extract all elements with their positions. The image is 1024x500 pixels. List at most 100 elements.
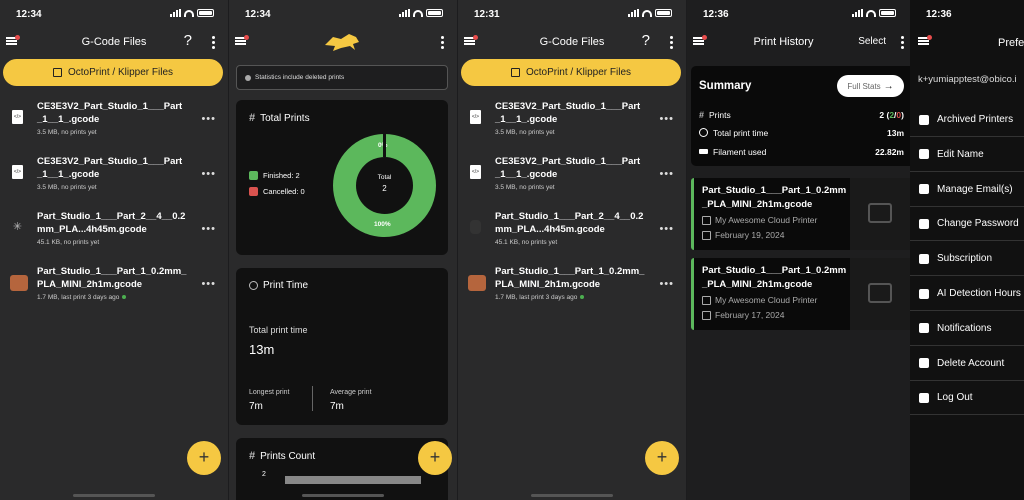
menu-item[interactable]: Subscription [910, 242, 1024, 277]
file-row[interactable]: </> CE3E3V2_Part_Studio_1___Part_1__1_.gc… [458, 94, 686, 149]
file-row[interactable]: </> CE3E3V2_Part_Studio_1___Part_1__1_.gc… [458, 149, 686, 204]
more-horiz-icon[interactable]: ••• [659, 278, 674, 290]
trash-icon [919, 358, 929, 369]
file-row[interactable]: ✳ Part_Studio_1___Part_2__4__0.2mm_PLA...… [0, 204, 228, 259]
menu-item[interactable]: Delete Account [910, 347, 1024, 381]
status-bar: 12:34 [229, 0, 457, 30]
file-row[interactable]: </> CE3E3V2_Part_Studio_1___Part_1__1_.gc… [0, 94, 228, 149]
more-horiz-icon[interactable]: ••• [659, 223, 674, 235]
file-row[interactable]: </> CE3E3V2_Part_Studio_1___Part_1__1_.gc… [0, 149, 228, 204]
gcode-files-screen: 12:34 G-Code Files ? OctoPrint / Klipper… [0, 0, 228, 500]
home-indicator [531, 494, 613, 497]
gcode-file-icon: </> [12, 110, 23, 124]
file-name: CE3E3V2_Part_Studio_1___Part_1__1_.gcode [37, 156, 183, 180]
signal-icon [628, 9, 639, 17]
status-time: 12:34 [16, 9, 42, 20]
menu-item-label: Subscription [937, 253, 993, 265]
history-item[interactable]: Part_Studio_1___Part_1_0.2mm_PLA_MINI_2h… [691, 178, 910, 250]
hourglass-icon [919, 288, 929, 299]
help-icon[interactable]: ? [642, 32, 650, 49]
more-horiz-icon[interactable]: ••• [659, 113, 674, 125]
total-time-label: Total print time [249, 325, 308, 335]
menu-item[interactable]: Change Password [910, 207, 1024, 242]
hash-icon: # [249, 450, 256, 462]
add-file-button[interactable]: + [187, 441, 221, 475]
more-horiz-icon[interactable]: ••• [201, 168, 216, 180]
history-item[interactable]: Part_Studio_1___Part_1_0.2mm_PLA_MINI_2h… [691, 258, 910, 330]
file-row[interactable]: Part_Studio_1___Part_1_0.2mm_PLA_MINI_2h… [0, 259, 228, 314]
file-meta: 1.7 MB, last print 3 days ago [495, 294, 578, 301]
summary-card: Summary Full Stats → # Prints 2 (2/0) To… [691, 66, 910, 166]
more-vert-icon[interactable] [901, 36, 904, 49]
summary-time-row: Total print time 13m [699, 126, 904, 139]
history-thumbnail [850, 258, 910, 330]
summary-title: Summary [699, 80, 752, 92]
menu-item-label: Notifications [937, 322, 992, 334]
history-printer: My Awesome Cloud Printer [715, 215, 818, 225]
wifi-icon [866, 9, 876, 17]
more-horiz-icon[interactable]: ••• [201, 223, 216, 235]
print-history-screen: 12:36 Print History Select Summary Full … [687, 0, 910, 500]
edit-user-icon [919, 149, 929, 160]
history-file-name: Part_Studio_1___Part_1_0.2mm_PLA_MINI_2h… [702, 265, 847, 290]
obico-logo-icon [325, 34, 359, 51]
menu-icon[interactable] [918, 35, 932, 45]
file-name: Part_Studio_1___Part_2__4__0.2mm_PLA...4… [495, 211, 644, 235]
summary-filament-row: Filament used 22.82m [699, 145, 904, 158]
more-horiz-icon[interactable]: ••• [201, 113, 216, 125]
gcode-file-icon: </> [470, 165, 481, 179]
donut-center-value: 2 [382, 184, 387, 193]
home-indicator [302, 494, 384, 497]
card-title: Total Prints [260, 112, 310, 124]
file-name: Part_Studio_1___Part_1_0.2mm_PLA_MINI_2h… [495, 266, 645, 290]
cancelled-swatch [249, 187, 258, 196]
hash-icon: # [699, 109, 705, 120]
gcode-file-icon: </> [12, 165, 23, 179]
more-horiz-icon[interactable]: ••• [659, 168, 674, 180]
file-row[interactable]: Part_Studio_1___Part_2__4__0.2mm_PLA...4… [458, 204, 686, 259]
menu-item[interactable]: Notifications [910, 312, 1024, 346]
full-stats-button[interactable]: Full Stats → [837, 75, 904, 97]
file-meta: 3.5 MB, no prints yet [495, 184, 555, 191]
printer-icon [52, 68, 62, 77]
more-vert-icon[interactable] [670, 36, 673, 49]
page-title: Prefe [998, 37, 1024, 49]
file-row[interactable]: Part_Studio_1___Part_1_0.2mm_PLA_MINI_2h… [458, 259, 686, 314]
add-file-button[interactable]: + [645, 441, 679, 475]
octoprint-files-button[interactable]: OctoPrint / Klipper Files [3, 59, 223, 86]
menu-item[interactable]: AI Detection Hours [910, 277, 1024, 311]
archive-printer-icon [919, 114, 929, 125]
menu-item[interactable]: Manage Email(s) [910, 173, 1024, 207]
select-button[interactable]: Select [858, 36, 886, 47]
mail-icon [919, 184, 929, 195]
more-horiz-icon[interactable]: ••• [201, 278, 216, 290]
print-time-card: Print Time Total print time 13m Longest … [236, 268, 448, 425]
menu-item-label: Change Password [937, 218, 1019, 230]
menu-icon[interactable] [235, 35, 249, 45]
hash-icon: # [249, 112, 256, 124]
top-bar: Print History Select [687, 30, 910, 54]
status-bar: 12:36 [687, 0, 910, 30]
card-icon [919, 253, 929, 264]
more-vert-icon[interactable] [212, 36, 215, 49]
top-bar: G-Code Files ? [0, 30, 228, 54]
file-name: CE3E3V2_Part_Studio_1___Part_1__1_.gcode [37, 101, 183, 125]
stats-notice: Statistics include deleted prints [236, 65, 448, 90]
menu-item[interactable]: Edit Name [910, 138, 1024, 172]
legend-cancelled: Cancelled: 0 [249, 187, 305, 196]
octoprint-files-button[interactable]: OctoPrint / Klipper Files [461, 59, 681, 86]
menu-item[interactable]: Log Out [910, 381, 1024, 416]
menu-item[interactable]: Archived Printers [910, 103, 1024, 137]
gcode-file-icon: </> [470, 110, 481, 124]
status-bar: 12:36 [910, 0, 1024, 30]
more-vert-icon[interactable] [441, 36, 444, 49]
add-button[interactable]: + [418, 441, 452, 475]
thumbnail-icon [10, 275, 28, 291]
signal-icon [852, 9, 863, 17]
arrow-right-icon: → [883, 80, 894, 92]
account-email: k+yumiapptest@obico.i [918, 74, 1017, 85]
help-icon[interactable]: ? [184, 32, 192, 49]
prints-count-card: # Prints Count 2 [236, 438, 448, 500]
gcode-files-screen-2: 12:31 G-Code Files ? OctoPrint / Klipper… [458, 0, 686, 500]
signal-icon [170, 9, 181, 17]
